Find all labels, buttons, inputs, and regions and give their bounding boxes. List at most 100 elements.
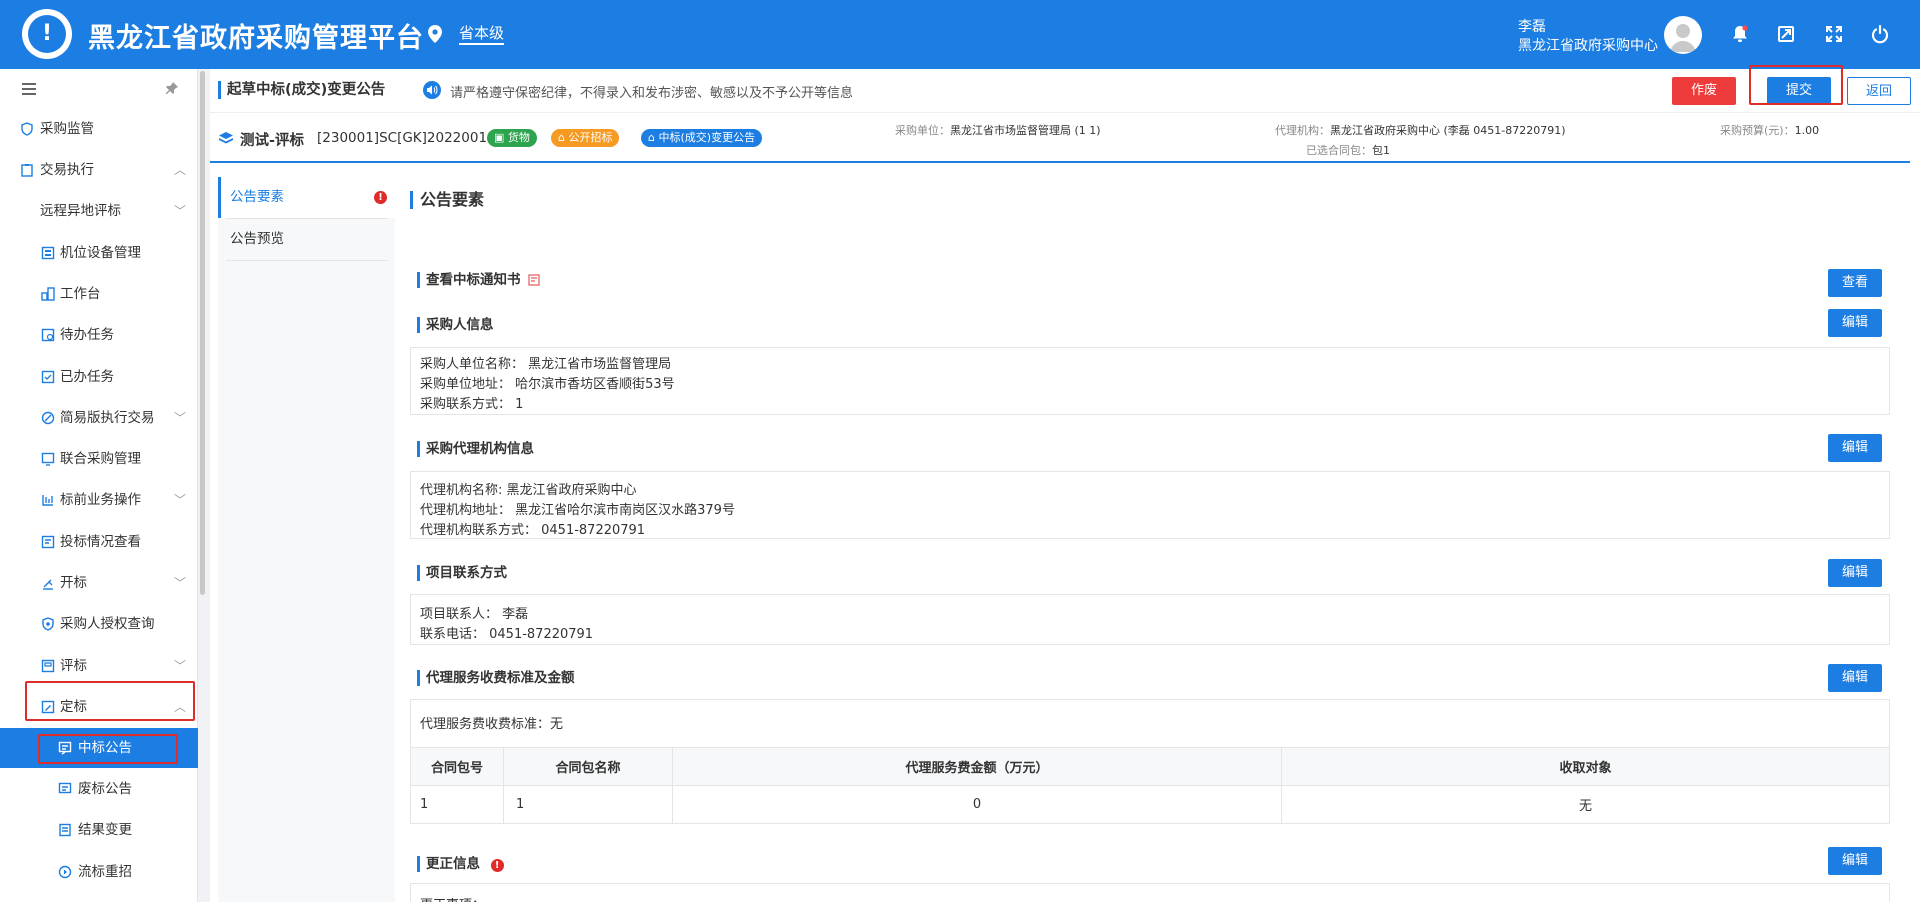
section-agency-info: 采购代理机构信息 [417, 441, 534, 457]
col-charge-target: 收取对象 [1281, 747, 1890, 786]
correction-item: 更正事项： [420, 894, 485, 902]
layers-icon [219, 132, 233, 144]
simple-icon [41, 411, 55, 425]
contact-info-box: 项目联系人： 李磊 联系电话： 0451-87220791 [410, 594, 1890, 645]
sidebar-item-workbench[interactable]: 工作台 [0, 274, 198, 314]
todo-icon [41, 328, 55, 342]
divider [226, 260, 388, 261]
page-title: 起草中标(成交)变更公告 [218, 81, 385, 99]
col-package-no: 合同包号 [410, 747, 504, 786]
sidebar-item-rebid[interactable]: 流标重招 [0, 852, 198, 892]
main-panel: 起草中标(成交)变更公告 请严格遵守保密纪律，不得录入和发布涉密、敏感以及不予公… [210, 65, 1920, 902]
sidebar-item-todo[interactable]: 待办任务 [0, 315, 198, 355]
sidebar-item-transaction[interactable]: 交易执行 ︿ [0, 150, 198, 190]
change-icon [59, 823, 71, 837]
section-project-contact: 项目联系方式 [417, 565, 507, 581]
edit-fee-button[interactable]: 编辑 [1828, 664, 1882, 692]
shield-icon [21, 122, 33, 136]
sidebar-item-purchaser-auth[interactable]: 采购人授权查询 [0, 604, 198, 644]
tag-public-tender: ⌂ 公开招标 [551, 129, 620, 147]
agency-address: 代理机构地址： 黑龙江省哈尔滨市南岗区汉水路379号 [420, 503, 735, 518]
sidebar-item-void-announcement[interactable]: 废标公告 [0, 769, 198, 809]
sidebar-item-prebid[interactable]: 标前业务操作 ﹀ [0, 480, 198, 520]
package-meta: 已选合同包：包1 [1306, 144, 1390, 157]
contact-phone: 联系电话： 0451-87220791 [420, 627, 594, 642]
chevron-down-icon: ﹀ [173, 204, 186, 218]
chevron-down-icon: ﹀ [173, 659, 186, 673]
budget-meta: 采购预算(元)：1.00 [1720, 124, 1820, 137]
table-header-row: 合同包号 合同包名称 代理服务费金额（万元） 收取对象 [410, 747, 1890, 786]
avatar[interactable] [1664, 16, 1702, 54]
section-correction: 更正信息 ! [417, 856, 504, 872]
pin-icon[interactable] [165, 81, 179, 95]
sub-nav: 公告要素 ! 公告预览 [218, 177, 395, 902]
sidebar: 采购监管 交易执行 ︿ 远程异地评标 ﹀ 机位设备管理 工作台 待办任务 已办任… [0, 69, 198, 902]
document-icon [528, 274, 540, 286]
tab-announcement-preview[interactable]: 公告预览 [218, 219, 395, 260]
joint-icon [41, 452, 55, 466]
void-button[interactable]: 作废 [1672, 77, 1736, 105]
user-org: 黑龙江省政府采购中心 [1518, 38, 1658, 54]
contact-person: 项目联系人： 李磊 [420, 607, 529, 622]
section-service-fee: 代理服务收费标准及金额 [417, 670, 575, 686]
chevron-down-icon: ﹀ [173, 411, 186, 425]
power-icon[interactable] [1870, 24, 1890, 44]
evaluate-icon [41, 659, 55, 673]
tag-goods: ▣ 货物 [487, 129, 537, 147]
toolbar: 起草中标(成交)变更公告 请严格遵守保密纪律，不得录入和发布涉密、敏感以及不予公… [210, 69, 1920, 113]
edit-agency-button[interactable]: 编辑 [1828, 434, 1882, 462]
cell-package-no: 1 [410, 785, 504, 824]
auth-icon [42, 617, 54, 631]
correction-box: 更正事项： [410, 883, 1890, 902]
sidebar-item-evaluate[interactable]: 评标 ﹀ [0, 646, 198, 686]
prebid-icon [42, 495, 53, 506]
highlight-submit [1749, 65, 1843, 105]
user-name: 李磊 [1518, 19, 1546, 35]
done-icon [41, 370, 55, 384]
purchaser-address: 采购单位地址： 哈尔滨市香坊区香顺街53号 [420, 377, 675, 392]
view-notice-button[interactable]: 查看 [1828, 269, 1882, 297]
cell-package-name: 1 [503, 785, 673, 824]
fullscreen-icon[interactable] [1824, 24, 1844, 44]
chevron-down-icon: ﹀ [173, 576, 186, 590]
project-name: 测试-评标 [240, 133, 305, 149]
edit-correction-button[interactable]: 编辑 [1828, 847, 1882, 875]
agency-info-box: 代理机构名称: 黑龙江省政府采购中心 代理机构地址： 黑龙江省哈尔滨市南岗区汉水… [410, 471, 1890, 539]
top-header: ! 黑龙江省政府采购管理平台 省本级 李磊 黑龙江省政府采购中心 [0, 0, 1920, 69]
sidebar-item-open-bid[interactable]: 开标 ﹀ [0, 563, 198, 603]
workbench-icon [41, 287, 55, 301]
rebid-icon [58, 865, 72, 879]
back-button[interactable]: 返回 [1847, 77, 1911, 105]
tag-change-announcement: ⌂ 中标(成交)变更公告 [641, 129, 763, 147]
warning-icon: ! [490, 859, 504, 872]
content-title: 公告要素 [410, 191, 484, 209]
bell-icon[interactable] [1730, 24, 1750, 44]
chevron-down-icon: ﹀ [173, 493, 186, 507]
app-logo: ! [22, 9, 72, 59]
menu-toggle-icon[interactable] [22, 83, 36, 95]
cell-fee-amount: 0 [672, 785, 1282, 824]
sidebar-item-device[interactable]: 机位设备管理 [0, 233, 198, 273]
fee-table: 合同包号 合同包名称 代理服务费金额（万元） 收取对象 1 1 0 无 [410, 747, 1890, 824]
edit-contact-button[interactable]: 编辑 [1828, 559, 1882, 587]
edit-purchaser-button[interactable]: 编辑 [1828, 309, 1882, 337]
tab-announcement-elements[interactable]: 公告要素 ! [218, 177, 395, 218]
sidebar-item-joint-purchase[interactable]: 联合采购管理 [0, 439, 198, 479]
sidebar-scrollbar[interactable] [200, 71, 205, 595]
app-title: 黑龙江省政府采购管理平台 [88, 23, 424, 54]
location-pin-icon [428, 25, 442, 43]
fee-info-box: 代理服务费收费标准：无 [410, 699, 1890, 747]
sidebar-item-purchase-supervision[interactable]: 采购监管 [0, 109, 198, 149]
sidebar-item-bid-view[interactable]: 投标情况查看 [0, 522, 198, 562]
void-icon [58, 782, 72, 794]
sidebar-item-result-change[interactable]: 结果变更 [0, 810, 198, 850]
purchaser-name: 采购人单位名称： 黑龙江省市场监督管理局 [420, 357, 672, 372]
screen-icon[interactable] [1776, 24, 1796, 44]
sidebar-item-done[interactable]: 已办任务 [0, 357, 198, 397]
highlight-award [25, 681, 195, 721]
section-view-notice: 查看中标通知书 [417, 272, 542, 288]
sidebar-item-remote-eval[interactable]: 远程异地评标 ﹀ [0, 191, 198, 231]
chevron-up-icon: ︿ [173, 163, 186, 177]
sidebar-item-simple-trade[interactable]: 简易版执行交易 ﹀ [0, 398, 198, 438]
region-selector[interactable]: 省本级 [459, 24, 505, 45]
